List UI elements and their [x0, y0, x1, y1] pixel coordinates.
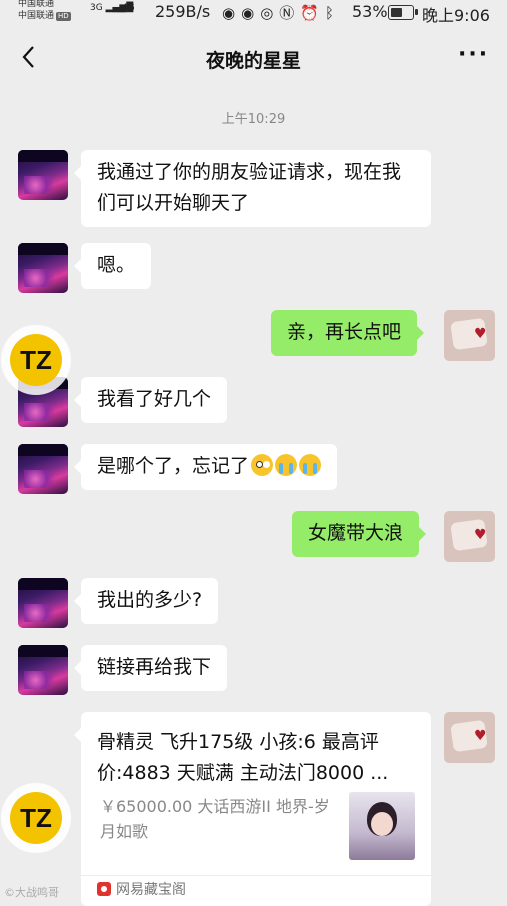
message-text: 链接再给我下 [97, 656, 212, 678]
chat-header: 夜晚的星星 ··· [0, 28, 507, 88]
signal-4g-icon: 4G [122, 3, 135, 13]
message-text: 是哪个了，忘记了 [97, 455, 250, 477]
more-options-button[interactable]: ··· [458, 42, 492, 72]
contact-avatar[interactable] [18, 645, 68, 695]
chrome-icon: ◉ [222, 4, 242, 22]
message-timestamp: 上午10:29 [221, 112, 286, 127]
crying-emoji-icon [299, 454, 322, 476]
message-bubble[interactable]: 链接再给我下 [73, 645, 228, 691]
contact-avatar[interactable] [18, 150, 68, 200]
status-icons: ◉◉◎Ⓝ⏰ᛒ [222, 2, 340, 23]
battery-icon [388, 5, 418, 20]
message-bubble[interactable]: 我通过了你的朋友验证请求，现在我们可以开始聊天了 [74, 150, 431, 227]
link-card-source-label: 网易藏宝阁 [116, 882, 186, 898]
link-card-thumbnail [349, 792, 415, 860]
hd-badge: HD [56, 12, 71, 21]
more-dots-icon: ··· [458, 42, 490, 67]
contact-avatar[interactable] [18, 444, 68, 494]
link-card[interactable]: 骨精灵 飞升175级 小孩:6 最高评价:4883 天赋满 主动法门8000 .… [74, 712, 431, 906]
bluetooth-icon: ᛒ [324, 4, 340, 22]
chat-title: 夜晚的星星 [205, 50, 301, 72]
my-avatar[interactable] [444, 712, 495, 763]
message-text: 亲，再长点吧 [287, 321, 402, 343]
message-bubble[interactable]: 是哪个了，忘记了 [73, 444, 338, 490]
message-bubble[interactable]: 我看了好几个 [73, 377, 228, 423]
link-card-source: 网易藏宝阁 [97, 880, 186, 900]
divider [81, 875, 431, 876]
netease-logo-icon [97, 882, 111, 896]
message-text: 我出的多少? [97, 589, 203, 611]
flushed-emoji-icon [251, 454, 274, 476]
message-bubble-self[interactable]: 女魔带大浪 [292, 511, 427, 557]
carrier-info: 中国联通 中国联通 HD [18, 0, 71, 22]
tz-badge-label: TZ [10, 334, 62, 386]
floating-tz-button[interactable]: TZ [1, 783, 71, 853]
message-text: 我看了好几个 [97, 388, 212, 410]
status-bar: 中国联通 中国联通 HD 3G ▂▄▆█ 4G 259B/s ◉◉◎Ⓝ⏰ᛒ 53%… [0, 0, 507, 26]
eye-icon: ◎ [260, 4, 280, 22]
status-time: 晚上9:06 [422, 6, 490, 25]
nfc-icon: Ⓝ [279, 4, 301, 22]
message-text: 女魔带大浪 [308, 522, 404, 544]
my-avatar[interactable] [444, 511, 495, 562]
message-text: 我通过了你的朋友验证请求，现在我们可以开始聊天了 [97, 161, 402, 214]
link-card-description: ￥65000.00 大话西游II 地界-岁月如歌 [100, 797, 330, 841]
link-card-title: 骨精灵 飞升175级 小孩:6 最高评价:4883 天赋满 主动法门8000 .… [97, 731, 389, 784]
battery-percent: 53% [352, 2, 388, 21]
my-avatar[interactable] [444, 310, 495, 361]
carrier-1: 中国联通 [18, 0, 55, 9]
tz-badge-label: TZ [10, 792, 62, 844]
net-speed: 259B/s [155, 2, 211, 21]
message-bubble[interactable]: 我出的多少? [73, 578, 219, 624]
contact-avatar[interactable] [18, 243, 68, 293]
message-bubble[interactable]: 嗯。 [73, 243, 152, 289]
crying-emoji-icon [275, 454, 298, 476]
message-text: 嗯。 [97, 254, 136, 276]
carrier-2: 中国联通 [18, 11, 55, 21]
contact-avatar[interactable] [18, 578, 68, 628]
alarm-icon: ⏰ [300, 4, 325, 22]
floating-tz-button[interactable]: TZ [1, 325, 71, 395]
watermark: ©大战鸣哥 [4, 886, 59, 899]
chrome-icon: ◉ [241, 4, 261, 22]
message-bubble-self[interactable]: 亲，再长点吧 [271, 310, 425, 356]
